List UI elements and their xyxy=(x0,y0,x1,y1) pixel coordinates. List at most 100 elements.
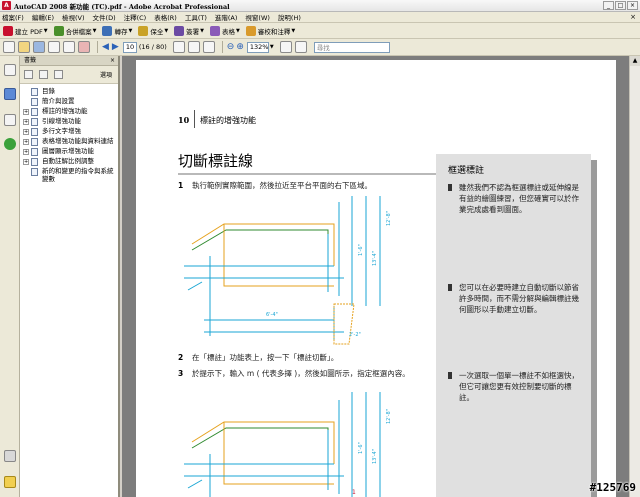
secure-label: 保全 xyxy=(150,27,164,36)
chapter-title: 切斷標註線 xyxy=(178,152,254,170)
forms-button[interactable]: 表格 ▼ xyxy=(210,24,240,37)
document-close-icon[interactable]: × xyxy=(630,13,636,21)
step-number: 3 xyxy=(178,369,184,378)
chevron-down-icon[interactable]: ▼ xyxy=(270,44,274,50)
save-icon[interactable] xyxy=(33,41,45,53)
bookmark-label: 引線增強功能 xyxy=(42,117,81,125)
next-page-icon[interactable]: ▶ xyxy=(112,41,119,54)
menu-view[interactable]: 檢視(V) xyxy=(62,12,85,22)
select-cursor-icon[interactable] xyxy=(172,41,185,53)
sidebar-note-text: 雖然我們不認為框選標註或延伸線是有益的繪圖練習，但您確實可以於作業完成處看到圖面… xyxy=(459,183,579,214)
fit-page-icon[interactable] xyxy=(279,41,292,53)
hand-tool-icon[interactable] xyxy=(187,41,200,53)
review-icon xyxy=(245,25,256,36)
print-icon[interactable] xyxy=(48,41,60,53)
attachment-icon[interactable] xyxy=(4,450,16,462)
menu-window[interactable]: 視窗(W) xyxy=(245,12,270,22)
bookmark-item[interactable]: 目錄 xyxy=(20,87,118,97)
page-number-input[interactable]: 10 xyxy=(122,41,137,53)
bookmarks-options-button[interactable]: 選項 xyxy=(100,70,112,79)
new-bookmark-icon[interactable] xyxy=(39,70,48,79)
email-icon[interactable] xyxy=(63,41,75,53)
close-icon[interactable]: × xyxy=(110,56,115,66)
expand-icon[interactable]: + xyxy=(23,119,29,125)
bookmark-item[interactable]: + 標註的增強功能 xyxy=(20,107,118,117)
pdf-icon[interactable] xyxy=(78,41,90,53)
minimize-button[interactable]: _ xyxy=(603,1,614,10)
expand-icon[interactable]: + xyxy=(23,149,29,155)
secure-button[interactable]: 保全 ▼ xyxy=(138,24,168,37)
navigation-toolbar: ◀ ▶ 10 (16 / 80) ⊖ ⊕ 132% ▼ 尋找 xyxy=(0,39,640,56)
close-button[interactable]: × xyxy=(627,1,638,10)
bookmark-item[interactable]: + 引線增強功能 xyxy=(20,117,118,127)
bookmark-item[interactable]: + 表格增強功能與資料連結 xyxy=(20,137,118,147)
menu-forms[interactable]: 表格(R) xyxy=(154,12,177,22)
menu-tools[interactable]: 工具(T) xyxy=(185,12,207,22)
sidebar-note-text: 您可以在必要時建立自動切斷以節省許多時間，而不需分解與編輯標註幾何圖形以手動建立… xyxy=(459,283,579,314)
bookmark-icon xyxy=(31,118,38,126)
forms-label: 表格 xyxy=(222,27,236,36)
step-text: 在「標註」功能表上，按一下「標註切斷」。 xyxy=(192,353,339,362)
bookmark-item[interactable]: + 自動註解比例調整 xyxy=(20,157,118,167)
task-toolbar: 建立 PDF ▼ 合併檔案 ▼ 轉存 ▼ 保全 ▼ 簽署 ▼ 表格 ▼ 審校和注釋 ▼ xyxy=(0,23,640,39)
sign-label: 簽署 xyxy=(186,27,200,36)
bookmark-icon xyxy=(31,108,38,116)
pdf-page: 10 標註的增強功能 切斷標註線 1 執行範例實際範圍，然後拉近至平台平面的右下… xyxy=(136,60,616,497)
menu-file[interactable]: 檔案(F) xyxy=(2,12,24,22)
step-text: 執行範例實際範圍，然後拉近至平台平面的右下區域。 xyxy=(192,181,372,190)
watermark-text: #125769 xyxy=(589,481,636,494)
dimension-label: 2'-2" xyxy=(349,332,361,338)
combine-files-button[interactable]: 合併檔案 ▼ xyxy=(53,24,96,37)
previous-page-icon[interactable]: ◀ xyxy=(102,41,109,54)
zoom-level-input[interactable]: 132% xyxy=(246,41,269,53)
comments-icon[interactable] xyxy=(4,476,16,488)
maximize-button[interactable]: □ xyxy=(615,1,626,10)
window-title: AutoCAD 2008 新功能 (TC).pdf - Adobe Acroba… xyxy=(14,2,230,11)
expand-icon[interactable]: + xyxy=(23,129,29,135)
export-icon xyxy=(102,25,113,36)
bookmark-label: 圖層顯示增強功能 xyxy=(42,147,94,155)
bookmark-icon xyxy=(31,158,38,166)
sidebar-title: 框選標註 xyxy=(448,166,485,176)
menu-document[interactable]: 文件(D) xyxy=(93,12,116,22)
menu-edit[interactable]: 編輯(E) xyxy=(32,12,54,22)
dimension-label: 12'-8" xyxy=(386,409,392,424)
open-folder-icon[interactable] xyxy=(18,41,30,53)
bookmarks-toolbar: 選項 xyxy=(20,66,118,84)
bookmark-item[interactable]: 簡介與設置 xyxy=(20,97,118,107)
delete-bookmark-icon[interactable] xyxy=(24,70,33,79)
document-view[interactable]: 10 標註的增強功能 切斷標註線 1 執行範例實際範圍，然後拉近至平台平面的右下… xyxy=(122,56,629,497)
sign-button[interactable]: 簽署 ▼ xyxy=(174,24,204,37)
pages-icon[interactable] xyxy=(4,64,16,76)
bookmarks-icon[interactable] xyxy=(4,88,16,100)
zoom-in-icon[interactable]: ⊕ xyxy=(236,41,244,54)
scroll-up-icon[interactable]: ▲ xyxy=(630,56,640,66)
bookmark-item[interactable]: 新的和變更的指令與系統變數 xyxy=(20,167,118,184)
sidebar-note: 您可以在必要時建立自動切斷以節省許多時間，而不需分解與編輯標註幾何圖形以手動建立… xyxy=(448,282,582,315)
menu-advanced[interactable]: 進階(A) xyxy=(215,12,238,22)
vertical-scrollbar[interactable]: ▲ xyxy=(629,56,640,497)
menu-comments[interactable]: 注釋(C) xyxy=(124,12,147,22)
review-comment-label: 審校和注釋 xyxy=(257,27,291,36)
settings-icon[interactable] xyxy=(3,41,15,53)
fit-width-icon[interactable] xyxy=(294,41,307,53)
expand-bookmark-icon[interactable] xyxy=(54,70,63,79)
review-comment-button[interactable]: 審校和注釋 ▼ xyxy=(245,24,295,37)
help-icon[interactable] xyxy=(4,138,16,150)
create-pdf-button[interactable]: 建立 PDF ▼ xyxy=(3,24,48,37)
bookmark-icon xyxy=(31,88,38,96)
expand-icon[interactable]: + xyxy=(23,139,29,145)
bookmark-item[interactable]: + 圖層顯示增強功能 xyxy=(20,147,118,157)
zoom-out-icon[interactable]: ⊖ xyxy=(227,41,235,54)
bookmarks-title: 書籤 xyxy=(24,57,37,64)
zoom-in-tool-icon[interactable] xyxy=(202,41,215,53)
sidebar-note: 一次選取一個單一標註不如框選快，但它可讓您更有效控制要切斷的標註。 xyxy=(448,370,582,403)
expand-icon[interactable]: + xyxy=(23,159,29,165)
signatures-icon[interactable] xyxy=(4,114,16,126)
bookmark-item[interactable]: + 多行文字增強 xyxy=(20,127,118,137)
bookmark-label: 新的和變更的指令與系統變數 xyxy=(42,167,114,183)
export-button[interactable]: 轉存 ▼ xyxy=(102,24,132,37)
menu-help[interactable]: 說明(H) xyxy=(278,12,301,22)
search-input[interactable]: 尋找 xyxy=(313,41,390,53)
expand-icon[interactable]: + xyxy=(23,109,29,115)
